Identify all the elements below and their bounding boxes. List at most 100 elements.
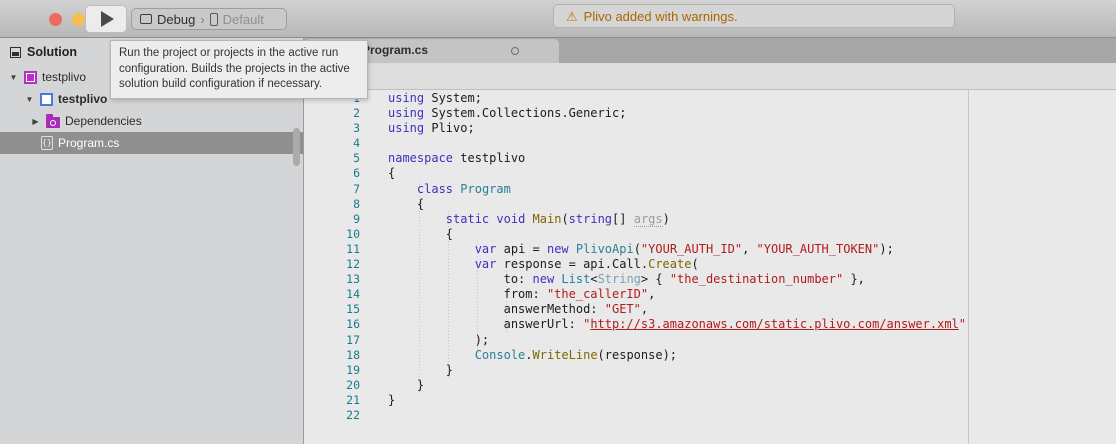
code-text: } [388, 363, 453, 378]
code-text: ); [388, 333, 489, 348]
window-minimize-button[interactable] [72, 13, 85, 26]
code-text: { [388, 166, 395, 181]
code-line[interactable]: 11 var api = new PlivoApi("YOUR_AUTH_ID"… [304, 242, 1116, 257]
line-number: 15 [304, 302, 360, 317]
code-text: class Program [388, 182, 511, 197]
tooltip-line: solution build configuration if necessar… [119, 77, 359, 93]
project-config-icon [140, 14, 152, 24]
line-number: 7 [304, 182, 360, 197]
line-number: 16 [304, 317, 360, 332]
expander-down-icon[interactable]: ▼ [24, 95, 35, 104]
code-text: var response = api.Call.Create( [388, 257, 699, 272]
project-icon [40, 93, 53, 106]
sidebar-item-label: testplivo [58, 92, 107, 106]
window-close-button[interactable] [49, 13, 62, 26]
code-line[interactable]: 7 class Program [304, 182, 1116, 197]
code-line[interactable]: 13 to: new List<String> { "the_destinati… [304, 272, 1116, 287]
sidebar-item-program-cs[interactable]: {}Program.cs [0, 132, 303, 154]
line-number: 18 [304, 348, 360, 363]
line-number: 8 [304, 197, 360, 212]
code-line[interactable]: 21} [304, 393, 1116, 408]
code-line[interactable]: 10 { [304, 227, 1116, 242]
tab-label: Program.cs [362, 43, 428, 57]
code-text: using System.Collections.Generic; [388, 106, 626, 121]
sidebar-scrollbar-thumb[interactable] [293, 128, 300, 166]
code-line[interactable]: 4 [304, 136, 1116, 151]
code-text: using Plivo; [388, 121, 475, 136]
code-editor[interactable]: 1using System;2 using System.Collections.… [304, 90, 1116, 444]
editor-column: Program.cs n 1using System;2 using System… [304, 38, 1116, 444]
line-number: 12 [304, 257, 360, 272]
code-line[interactable]: 18 Console.WriteLine(response); [304, 348, 1116, 363]
modified-indicator-icon[interactable] [511, 47, 519, 55]
line-number: 11 [304, 242, 360, 257]
line-number: 20 [304, 378, 360, 393]
code-text: answerUrl: "http://s3.amazonaws.com/stat… [388, 317, 966, 332]
status-message: Plivo added with warnings. [584, 9, 738, 24]
solution-icon [24, 71, 37, 84]
solution-pad: Solution ▼ testplivo ▼ testplivo ▶ Dependenci… [0, 38, 304, 444]
run-button-tooltip: Run the project or projects in the activ… [110, 40, 368, 99]
code-area: 1using System;2 using System.Collections.… [304, 91, 1116, 423]
line-number: 4 [304, 136, 360, 151]
code-line[interactable]: 9 static void Main(string[] args) [304, 212, 1116, 227]
expander-right-icon[interactable]: ▶ [30, 117, 41, 126]
line-number: 3 [304, 121, 360, 136]
expander-down-icon[interactable]: ▼ [8, 73, 19, 82]
code-text: static void Main(string[] args) [388, 212, 670, 227]
code-text: Console.WriteLine(response); [388, 348, 677, 363]
code-line[interactable]: 15 answerMethod: "GET", [304, 302, 1116, 317]
code-line[interactable]: 5 namespace testplivo [304, 151, 1116, 166]
code-text: } [388, 393, 395, 408]
code-text: to: new List<String> { "the_destination_… [388, 272, 865, 287]
code-line[interactable]: 16 answerUrl: "http://s3.amazonaws.com/s… [304, 317, 1116, 332]
code-text: from: "the_callerID", [388, 287, 655, 302]
run-configuration-selector[interactable]: Debug › Default [131, 8, 287, 30]
sidebar-item-dependencies[interactable]: ▶ Dependencies [0, 110, 303, 132]
line-number: 21 [304, 393, 360, 408]
line-number: 17 [304, 333, 360, 348]
code-line[interactable]: 3 using Plivo; [304, 121, 1116, 136]
tab-bar: Program.cs [304, 38, 1116, 63]
tooltip-line: configuration. Builds the projects in th… [119, 62, 359, 78]
solution-pad-icon [10, 47, 21, 58]
status-bar[interactable]: ⚠ Plivo added with warnings. [553, 4, 955, 28]
run-button[interactable] [85, 5, 127, 33]
code-line[interactable]: 2 using System.Collections.Generic; [304, 106, 1116, 121]
sidebar-item-label: Dependencies [65, 114, 142, 128]
code-text: namespace testplivo [388, 151, 525, 166]
chevron-right-icon: › [200, 12, 204, 27]
code-text: using System; [388, 91, 482, 106]
code-line[interactable]: 8 { [304, 197, 1116, 212]
deps-icon [46, 117, 60, 128]
sidebar-item-label: testplivo [42, 70, 86, 84]
line-number: 6 [304, 166, 360, 181]
sidebar-item-label: Program.cs [58, 136, 119, 150]
line-number: 5 [304, 151, 360, 166]
warning-triangle-icon: ⚠ [566, 10, 578, 23]
solution-pad-title: Solution [27, 45, 77, 59]
code-line[interactable]: 19 } [304, 363, 1116, 378]
code-text: } [388, 378, 424, 393]
line-number: 19 [304, 363, 360, 378]
code-line[interactable]: 6{ [304, 166, 1116, 181]
tooltip-line: Run the project or projects in the activ… [119, 46, 359, 62]
line-number: 2 [304, 106, 360, 121]
code-text: var api = new PlivoApi("YOUR_AUTH_ID", "… [388, 242, 894, 257]
code-line[interactable]: 22 [304, 408, 1116, 423]
code-line[interactable]: 20 } [304, 378, 1116, 393]
line-number: 14 [304, 287, 360, 302]
code-text: { [388, 227, 453, 242]
code-line[interactable]: 1using System; [304, 91, 1116, 106]
breadcrumb[interactable]: n [304, 63, 1116, 90]
play-icon [101, 11, 114, 27]
code-line[interactable]: 14 from: "the_callerID", [304, 287, 1116, 302]
line-number: 13 [304, 272, 360, 287]
code-line[interactable]: 17 ); [304, 333, 1116, 348]
code-text: answerMethod: "GET", [388, 302, 648, 317]
config-project-label: Debug [157, 12, 195, 27]
toolbar: Debug › Default ⚠ Plivo added with warni… [0, 0, 1116, 38]
code-text: { [388, 197, 424, 212]
code-line[interactable]: 12 var response = api.Call.Create( [304, 257, 1116, 272]
device-icon [210, 13, 218, 26]
